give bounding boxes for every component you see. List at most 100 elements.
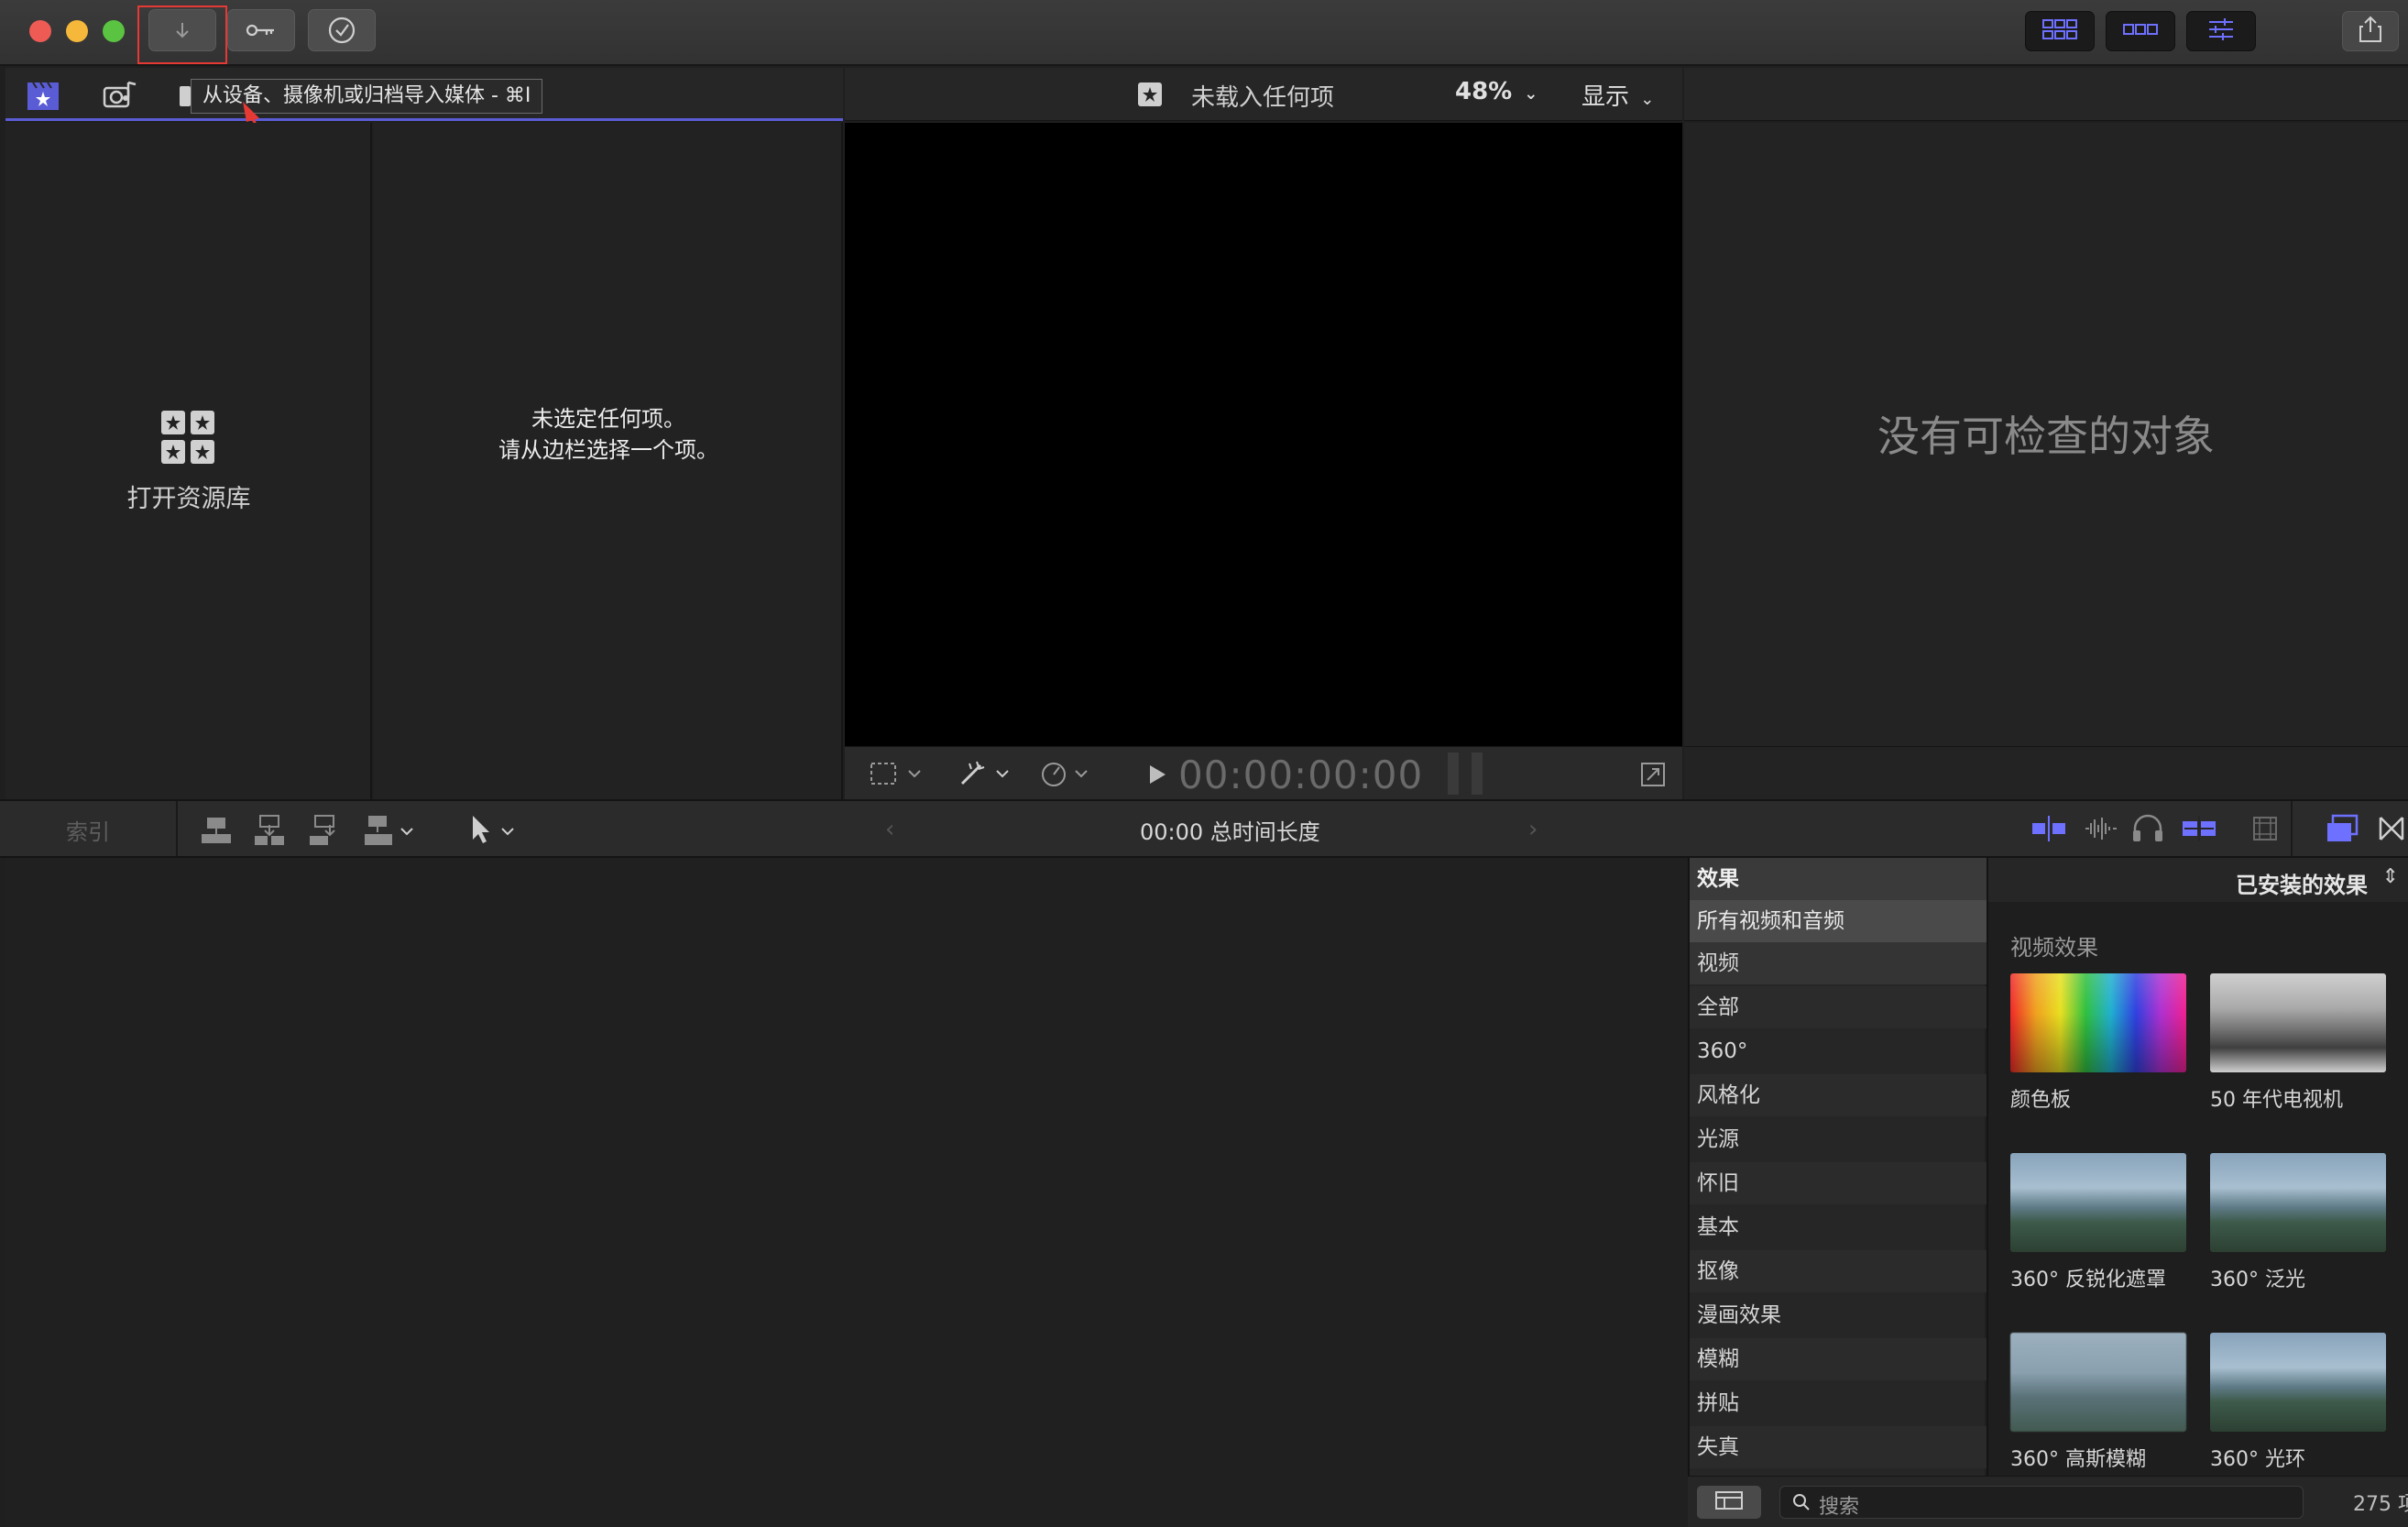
effects-search-field[interactable]: 搜索 — [1779, 1486, 2304, 1519]
category-item[interactable]: 拼贴 — [1690, 1382, 1987, 1424]
title-bar — [0, 0, 2408, 66]
minimize-window-button[interactable] — [66, 20, 88, 42]
play-button[interactable] — [1147, 764, 1167, 789]
effect-label: 360° 光环 — [2210, 1448, 2305, 1471]
browser-empty-message: 未选定任何项。 请从边栏选择一个项。 — [374, 403, 843, 466]
insert-clip-icon[interactable] — [253, 814, 286, 851]
category-item[interactable]: 模糊 — [1690, 1338, 1987, 1380]
checkmark-circle-icon — [327, 16, 356, 45]
effects-browser-icon[interactable] — [2326, 814, 2359, 847]
open-library-icon[interactable] — [159, 409, 218, 471]
effect-label: 颜色板 — [2010, 1089, 2072, 1112]
append-clip-icon[interactable] — [308, 814, 341, 851]
display-menu[interactable]: 显示 ⌄ — [1582, 78, 1654, 112]
inspector-empty-message: 没有可检查的对象 — [1877, 412, 2215, 461]
effects-count: 275 项 — [2353, 1493, 2408, 1516]
library-sidebar: 打开资源库 — [5, 123, 372, 799]
grid-icon — [2041, 18, 2078, 44]
sidebar-toggle-button[interactable] — [1697, 1486, 1761, 1519]
enhancements-menu[interactable] — [957, 758, 1017, 793]
timeline-area[interactable] — [5, 858, 1688, 1527]
background-tasks-button[interactable] — [308, 9, 376, 51]
previous-arrow-icon[interactable]: ‹ — [885, 816, 894, 843]
show-browser-button[interactable] — [2025, 11, 2095, 51]
toolbar-divider — [176, 801, 178, 856]
display-menu-label: 显示 — [1582, 83, 1630, 111]
next-arrow-icon[interactable]: › — [1528, 816, 1538, 843]
effect-thumbnail-50s-tv[interactable] — [2210, 973, 2386, 1072]
clip-appearance-icon[interactable] — [2250, 814, 2280, 847]
updown-chevron-icon[interactable]: ⇕ — [2382, 865, 2399, 888]
category-item[interactable]: 360° — [1690, 1030, 1987, 1072]
connect-clip-icon[interactable] — [200, 814, 233, 851]
viewer-controls: 00:00:00:00 — [845, 746, 1682, 799]
fullscreen-icon[interactable] — [1640, 762, 1666, 791]
chevron-down-icon: ⌄ — [1640, 90, 1655, 109]
category-item[interactable]: 抠像 — [1690, 1250, 1987, 1292]
effect-thumbnail-color-board[interactable] — [2010, 973, 2186, 1072]
category-item[interactable]: 光源 — [1690, 1118, 1987, 1160]
viewer-canvas[interactable] — [845, 123, 1682, 746]
effect-label: 360° 高斯模糊 — [2010, 1448, 2146, 1471]
photos-audio-icon[interactable] — [101, 79, 137, 115]
timeline-icon — [2122, 22, 2159, 40]
effect-label: 360° 泛光 — [2210, 1269, 2305, 1291]
category-item[interactable]: 全部 — [1690, 986, 1987, 1028]
category-item[interactable]: 失真 — [1690, 1426, 1987, 1468]
viewer-title: 未载入任何项 — [1191, 84, 1335, 112]
inspector-pane: 没有可检查的对象 — [1684, 123, 2408, 746]
libraries-clapper-icon[interactable] — [26, 79, 60, 115]
sidebar-icon — [1714, 1490, 1744, 1514]
import-highlight-box — [137, 5, 227, 64]
total-duration-label: 00:00 总时间长度 — [1140, 819, 1320, 845]
index-button[interactable]: 索引 — [66, 814, 110, 846]
audio-meter-right — [1472, 753, 1483, 795]
audio-skimming-icon[interactable] — [2082, 814, 2118, 847]
effects-footer: 搜索 275 项 — [1688, 1476, 2408, 1527]
category-item[interactable]: 怀旧 — [1690, 1162, 1987, 1204]
inspector-footer — [1684, 746, 2408, 799]
headphones-icon[interactable] — [2131, 814, 2164, 847]
effect-label: 360° 反锐化遮罩 — [2010, 1269, 2166, 1291]
effects-grid: 已安装的效果 ⇕ 视频效果 颜色板 50 年代电视机 360° 反锐化遮罩 36… — [1987, 858, 2408, 1476]
effect-label: 50 年代电视机 — [2210, 1089, 2343, 1112]
close-window-button[interactable] — [29, 20, 51, 42]
skimming-icon[interactable] — [2030, 814, 2067, 847]
effect-thumbnail-360-unsharp-mask[interactable] — [2010, 1153, 2186, 1252]
zoom-level-menu[interactable]: 48% ⌄ — [1455, 78, 1538, 105]
share-icon — [2359, 16, 2382, 47]
effect-thumbnail-360-gaussian-blur[interactable] — [2010, 1333, 2186, 1432]
zoom-level-value: 48% — [1455, 78, 1513, 105]
category-item[interactable]: 所有视频和音频 — [1690, 900, 1987, 942]
installed-effects-menu[interactable]: 已安装的效果 — [2236, 867, 2368, 899]
overwrite-clip-menu[interactable] — [363, 814, 421, 851]
open-library-label[interactable]: 打开资源库 — [5, 478, 372, 514]
timeline-toolbar: 索引 ‹ 00:00 总时间长度 › — [0, 799, 2408, 858]
titles-generators-icon[interactable] — [180, 86, 191, 106]
category-item[interactable]: 漫画效果 — [1690, 1294, 1987, 1336]
share-button[interactable] — [2342, 11, 2399, 51]
sliders-icon — [2206, 16, 2236, 46]
category-item[interactable]: 风格化 — [1690, 1074, 1987, 1116]
effect-thumbnail-360-bloom[interactable] — [2210, 1153, 2386, 1252]
effects-header[interactable]: 效果 — [1690, 858, 1987, 900]
effects-grid-header: 已安装的效果 ⇕ — [1988, 858, 2408, 902]
show-timeline-button[interactable] — [2106, 11, 2175, 51]
category-item[interactable]: 基本 — [1690, 1206, 1987, 1248]
retime-menu[interactable] — [1039, 758, 1100, 793]
transitions-browser-icon[interactable] — [2377, 814, 2406, 847]
section-title: 视频效果 — [2010, 935, 2098, 961]
browser-empty-line2: 请从边栏选择一个项。 — [498, 437, 718, 463]
keywords-button[interactable] — [227, 9, 295, 51]
timecode-display: 00:00:00:00 — [1178, 753, 1424, 797]
select-tool-menu[interactable] — [465, 814, 520, 851]
zoom-window-button[interactable] — [103, 20, 125, 42]
snapping-icon[interactable] — [2181, 814, 2217, 847]
audio-meter-left — [1448, 753, 1459, 795]
chevron-down-icon: ⌄ — [1524, 84, 1538, 104]
effect-thumbnail-360-glow[interactable] — [2210, 1333, 2386, 1432]
category-item[interactable]: 视频 — [1690, 942, 1987, 984]
key-icon — [245, 21, 278, 39]
show-inspector-button[interactable] — [2186, 11, 2256, 51]
transform-menu[interactable] — [869, 760, 927, 791]
